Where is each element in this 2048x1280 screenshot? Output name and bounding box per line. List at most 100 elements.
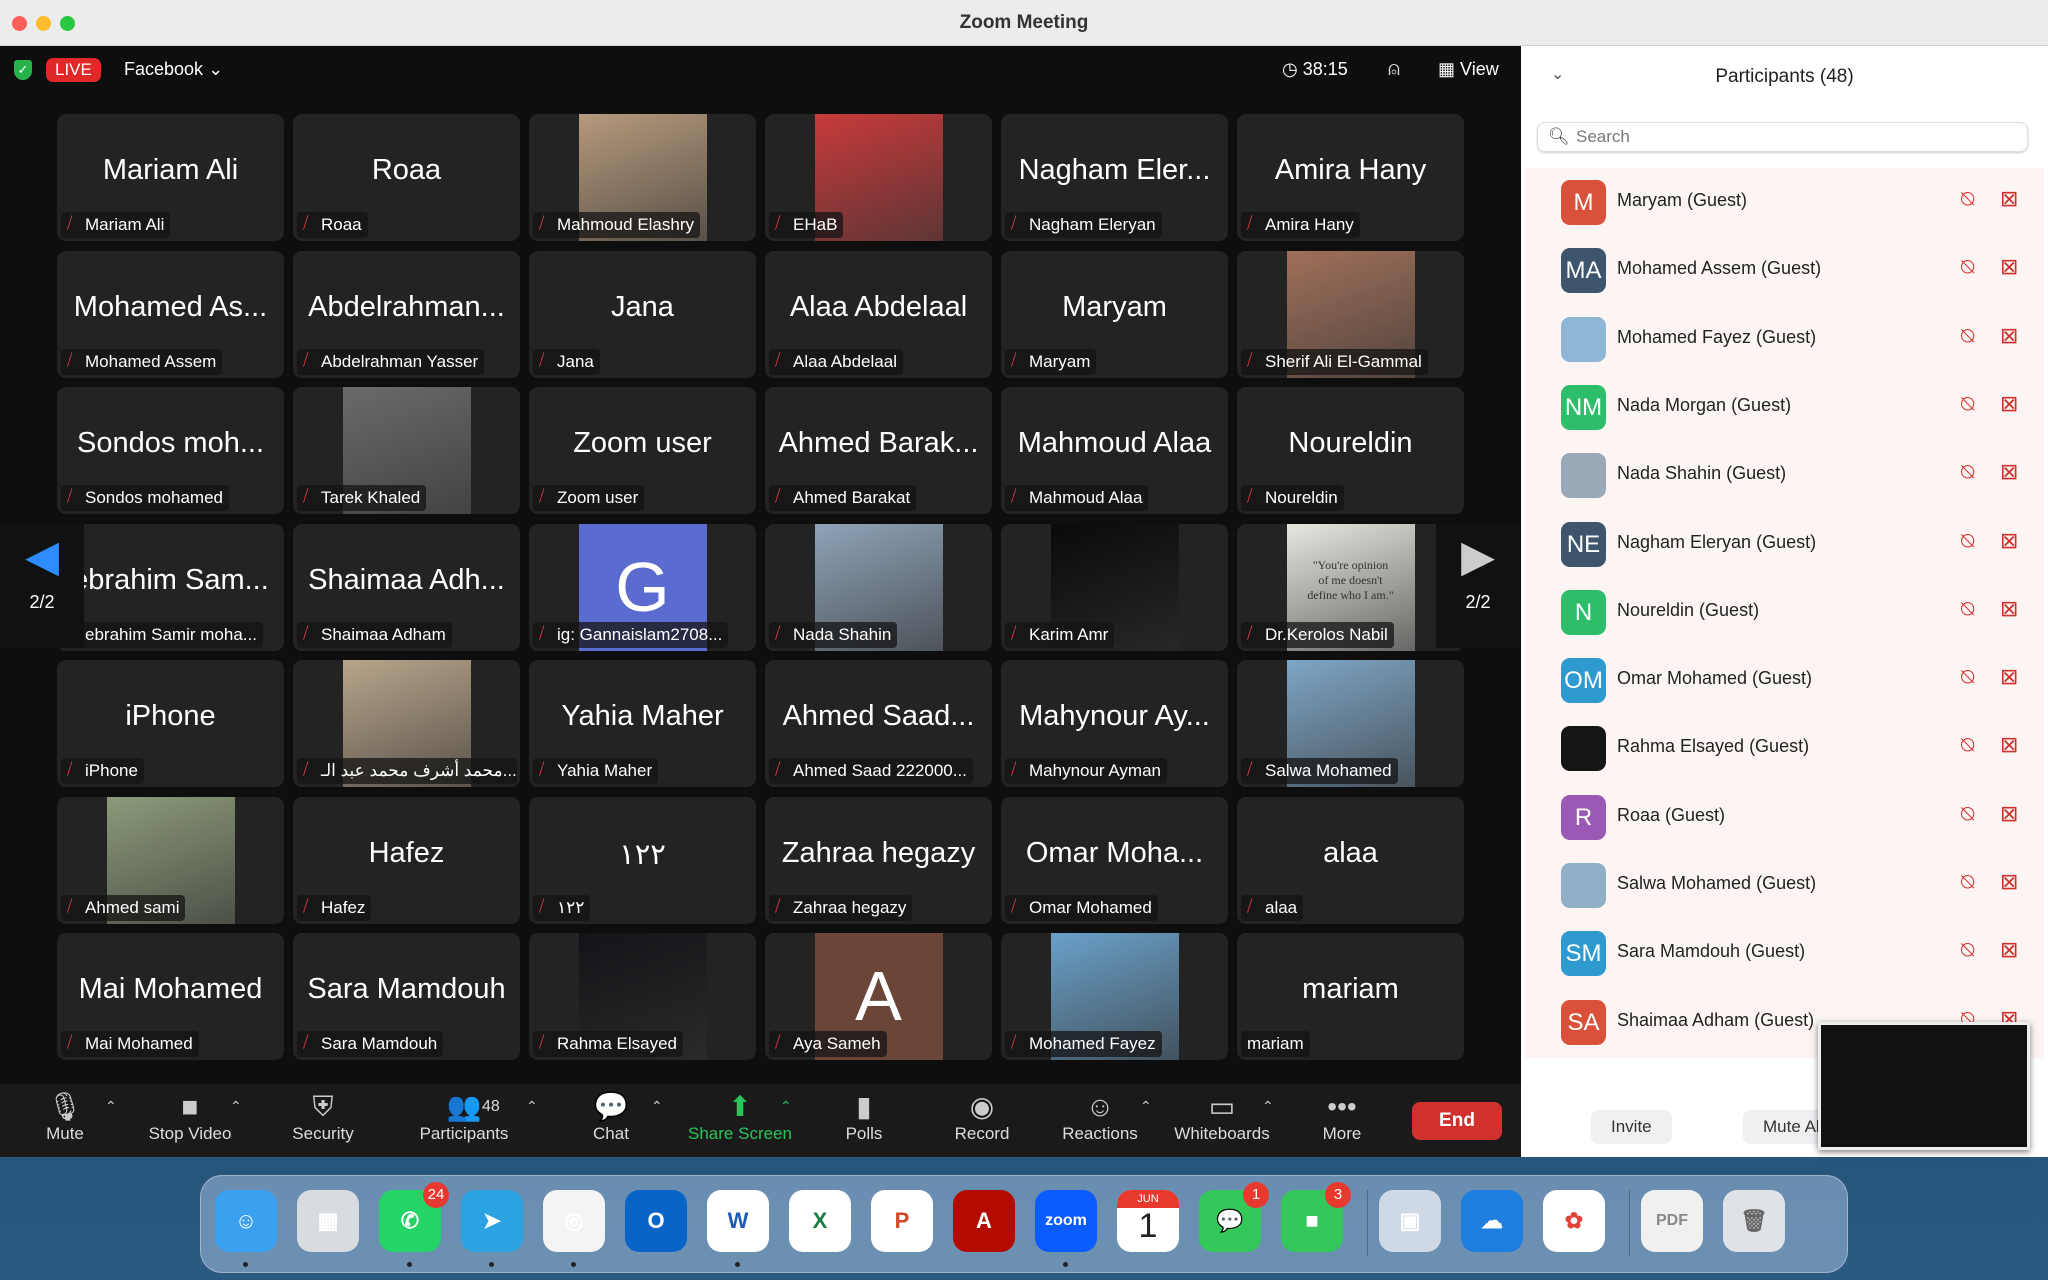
video-off-icon[interactable]: ⊠: [2000, 937, 2018, 963]
muted-microphone-icon[interactable]: ⍉: [1961, 254, 1974, 280]
pdf-document-app-icon[interactable]: PDF: [1641, 1190, 1703, 1252]
muted-microphone-icon[interactable]: ⍉: [1961, 937, 1974, 963]
more-button[interactable]: ••• More: [1282, 1090, 1402, 1144]
chevron-up-icon[interactable]: ⌃: [651, 1098, 663, 1115]
video-tile[interactable]: Hafez ⧸ Hafez: [293, 796, 520, 924]
video-off-icon[interactable]: ⊠: [2000, 186, 2018, 212]
chevron-up-icon[interactable]: ⌃: [230, 1098, 242, 1115]
participant-list-item[interactable]: NE Nagham Eleryan (Guest) ⍉ ⊠: [1525, 510, 2044, 578]
live-badge[interactable]: LIVE: [46, 58, 101, 82]
invite-button[interactable]: Invite: [1591, 1110, 1672, 1144]
video-tile[interactable]: ١٢٢ ⧸ ١٢٢: [529, 796, 756, 924]
previous-page-button[interactable]: ◀ 2/2: [0, 522, 84, 648]
trash-app-icon[interactable]: 🗑: [1723, 1190, 1785, 1252]
video-tile[interactable]: Ahmed Saad... ⧸ Ahmed Saad 222000...: [765, 660, 992, 787]
muted-microphone-icon[interactable]: ⍉: [1961, 391, 1974, 417]
video-tile[interactable]: Mahmoud Alaa ⧸ Mahmoud Alaa: [1001, 387, 1228, 514]
video-tile[interactable]: Noureldin ⧸ Noureldin: [1237, 387, 1464, 514]
muted-microphone-icon[interactable]: ⍉: [1961, 869, 1974, 895]
video-tile[interactable]: Mai Mohamed ⧸ Mai Mohamed: [57, 933, 284, 1060]
view-button[interactable]: ▦ View: [1438, 59, 1499, 80]
participant-list-item[interactable]: MA Mohamed Assem (Guest) ⍉ ⊠: [1525, 236, 2044, 304]
messages-app-icon[interactable]: 💬 1: [1199, 1182, 1269, 1252]
video-tile[interactable]: ⧸ محمد أشرف محمد عبد الـ...: [293, 660, 520, 787]
video-tile[interactable]: Shaimaa Adh... ⧸ Shaimaa Adham: [293, 523, 520, 651]
video-tile[interactable]: alaa ⧸ alaa: [1237, 796, 1464, 924]
outlook-app-icon[interactable]: O: [625, 1190, 687, 1252]
next-page-button[interactable]: ▶ 2/2: [1436, 522, 1520, 648]
video-off-icon[interactable]: ⊠: [2000, 664, 2018, 690]
zoom-window-button[interactable]: [60, 16, 75, 31]
muted-microphone-icon[interactable]: ⍉: [1961, 732, 1974, 758]
muted-microphone-icon[interactable]: ⍉: [1961, 664, 1974, 690]
telegram-app-icon[interactable]: ➤: [461, 1190, 523, 1252]
video-tile[interactable]: Alaa Abdelaal ⧸ Alaa Abdelaal: [765, 250, 992, 378]
video-off-icon[interactable]: ⊠: [2000, 801, 2018, 827]
video-off-icon[interactable]: ⊠: [2000, 391, 2018, 417]
participant-list-item[interactable]: R Roaa (Guest) ⍉ ⊠: [1525, 783, 2044, 851]
muted-microphone-icon[interactable]: ⍉: [1961, 801, 1974, 827]
video-off-icon[interactable]: ⊠: [2000, 732, 2018, 758]
word-app-icon[interactable]: W: [707, 1190, 769, 1252]
video-off-icon[interactable]: ⊠: [2000, 459, 2018, 485]
chrome-app-icon[interactable]: ◎: [543, 1190, 605, 1252]
participant-list-item[interactable]: OM Omar Mohamed (Guest) ⍉ ⊠: [1525, 646, 2044, 714]
video-tile[interactable]: Mahynour Ay... ⧸ Mahynour Ayman: [1001, 660, 1228, 787]
video-tile[interactable]: Zahraa hegazy ⧸ Zahraa hegazy: [765, 796, 992, 924]
facetime-app-icon[interactable]: ■ 3: [1281, 1182, 1351, 1252]
video-tile[interactable]: Ahmed Barak... ⧸ Ahmed Barakat: [765, 387, 992, 514]
video-tile[interactable]: ⧸ Rahma Elsayed: [529, 933, 756, 1060]
video-tile[interactable]: ⧸ Salwa Mohamed: [1237, 660, 1464, 787]
video-tile[interactable]: Sara Mamdouh ⧸ Sara Mamdouh: [293, 933, 520, 1060]
zoom-app-icon[interactable]: zoom: [1035, 1190, 1097, 1252]
calendar-app-icon[interactable]: JUN 1: [1117, 1190, 1179, 1252]
participant-list-item[interactable]: Salwa Mohamed (Guest) ⍉ ⊠: [1525, 851, 2044, 919]
video-tile[interactable]: ⧸ Karim Amr: [1001, 523, 1228, 651]
muted-microphone-icon[interactable]: ⍉: [1961, 459, 1974, 485]
video-tile[interactable]: Roaa ⧸ Roaa: [293, 114, 520, 241]
muted-microphone-icon[interactable]: ⍉: [1961, 323, 1974, 349]
video-tile[interactable]: ⧸ Mohamed Fayez: [1001, 933, 1228, 1060]
participant-list[interactable]: M Maryam (Guest) ⍉ ⊠ MA Mohamed Assem (Guest)…: [1525, 168, 2044, 1058]
close-window-button[interactable]: [12, 16, 27, 31]
video-tile[interactable]: Sondos moh... ⧸ Sondos mohamed: [57, 387, 284, 514]
video-tile[interactable]: ⧸ Ahmed sami: [57, 796, 284, 924]
excel-app-icon[interactable]: X: [789, 1190, 851, 1252]
polls-button[interactable]: ▮ Polls: [804, 1090, 924, 1144]
video-tile[interactable]: Mariam Ali ⧸ Mariam Ali: [57, 114, 284, 241]
video-tile[interactable]: Amira Hany ⧸ Amira Hany: [1237, 114, 1464, 241]
lock-icon[interactable]: ⍝: [1388, 58, 1400, 81]
muted-microphone-icon[interactable]: ⍉: [1961, 186, 1974, 212]
video-tile[interactable]: A ⧸ Aya Sameh: [765, 933, 992, 1060]
video-tile[interactable]: Maryam ⧸ Maryam: [1001, 250, 1228, 378]
whatsapp-app-icon[interactable]: ✆ 24: [379, 1182, 449, 1252]
finder-app-icon[interactable]: ☺: [215, 1190, 277, 1252]
launchpad-app-icon[interactable]: ▦: [297, 1190, 359, 1252]
chevron-up-icon[interactable]: ⌃: [1140, 1098, 1152, 1115]
chevron-up-icon[interactable]: ⌃: [526, 1098, 538, 1115]
chevron-up-icon[interactable]: ⌃: [1262, 1098, 1274, 1115]
encryption-shield-icon[interactable]: ✓: [14, 60, 32, 80]
video-off-icon[interactable]: ⊠: [2000, 323, 2018, 349]
preview-app-icon[interactable]: ▣: [1379, 1190, 1441, 1252]
stream-target-dropdown[interactable]: Facebook ⌄: [124, 59, 223, 80]
participants-button[interactable]: 👥 48 Participants: [404, 1090, 524, 1144]
powerpoint-app-icon[interactable]: P: [871, 1190, 933, 1252]
video-tile[interactable]: Zoom user ⧸ Zoom user: [529, 387, 756, 514]
record-button[interactable]: ◉ Record: [922, 1090, 1042, 1144]
video-tile[interactable]: ⧸ Tarek Khaled: [293, 387, 520, 514]
acrobat-app-icon[interactable]: A: [953, 1190, 1015, 1252]
muted-microphone-icon[interactable]: ⍉: [1961, 528, 1974, 554]
screen-preview-thumbnail[interactable]: [1818, 1022, 2030, 1150]
chevron-up-icon[interactable]: ⌃: [105, 1098, 117, 1115]
video-tile[interactable]: ⧸ EHaB: [765, 114, 992, 241]
video-tile[interactable]: Nagham Eler... ⧸ Nagham Eleryan: [1001, 114, 1228, 241]
minimize-window-button[interactable]: [36, 16, 51, 31]
video-off-icon[interactable]: ⊠: [2000, 869, 2018, 895]
participant-list-item[interactable]: Mohamed Fayez (Guest) ⍉ ⊠: [1525, 305, 2044, 373]
video-tile[interactable]: iPhone ⧸ iPhone: [57, 660, 284, 787]
muted-microphone-icon[interactable]: ⍉: [1961, 596, 1974, 622]
participant-list-item[interactable]: NM Nada Morgan (Guest) ⍉ ⊠: [1525, 373, 2044, 441]
participant-list-item[interactable]: M Maryam (Guest) ⍉ ⊠: [1525, 168, 2044, 236]
video-tile[interactable]: Omar Moha... ⧸ Omar Mohamed: [1001, 796, 1228, 924]
